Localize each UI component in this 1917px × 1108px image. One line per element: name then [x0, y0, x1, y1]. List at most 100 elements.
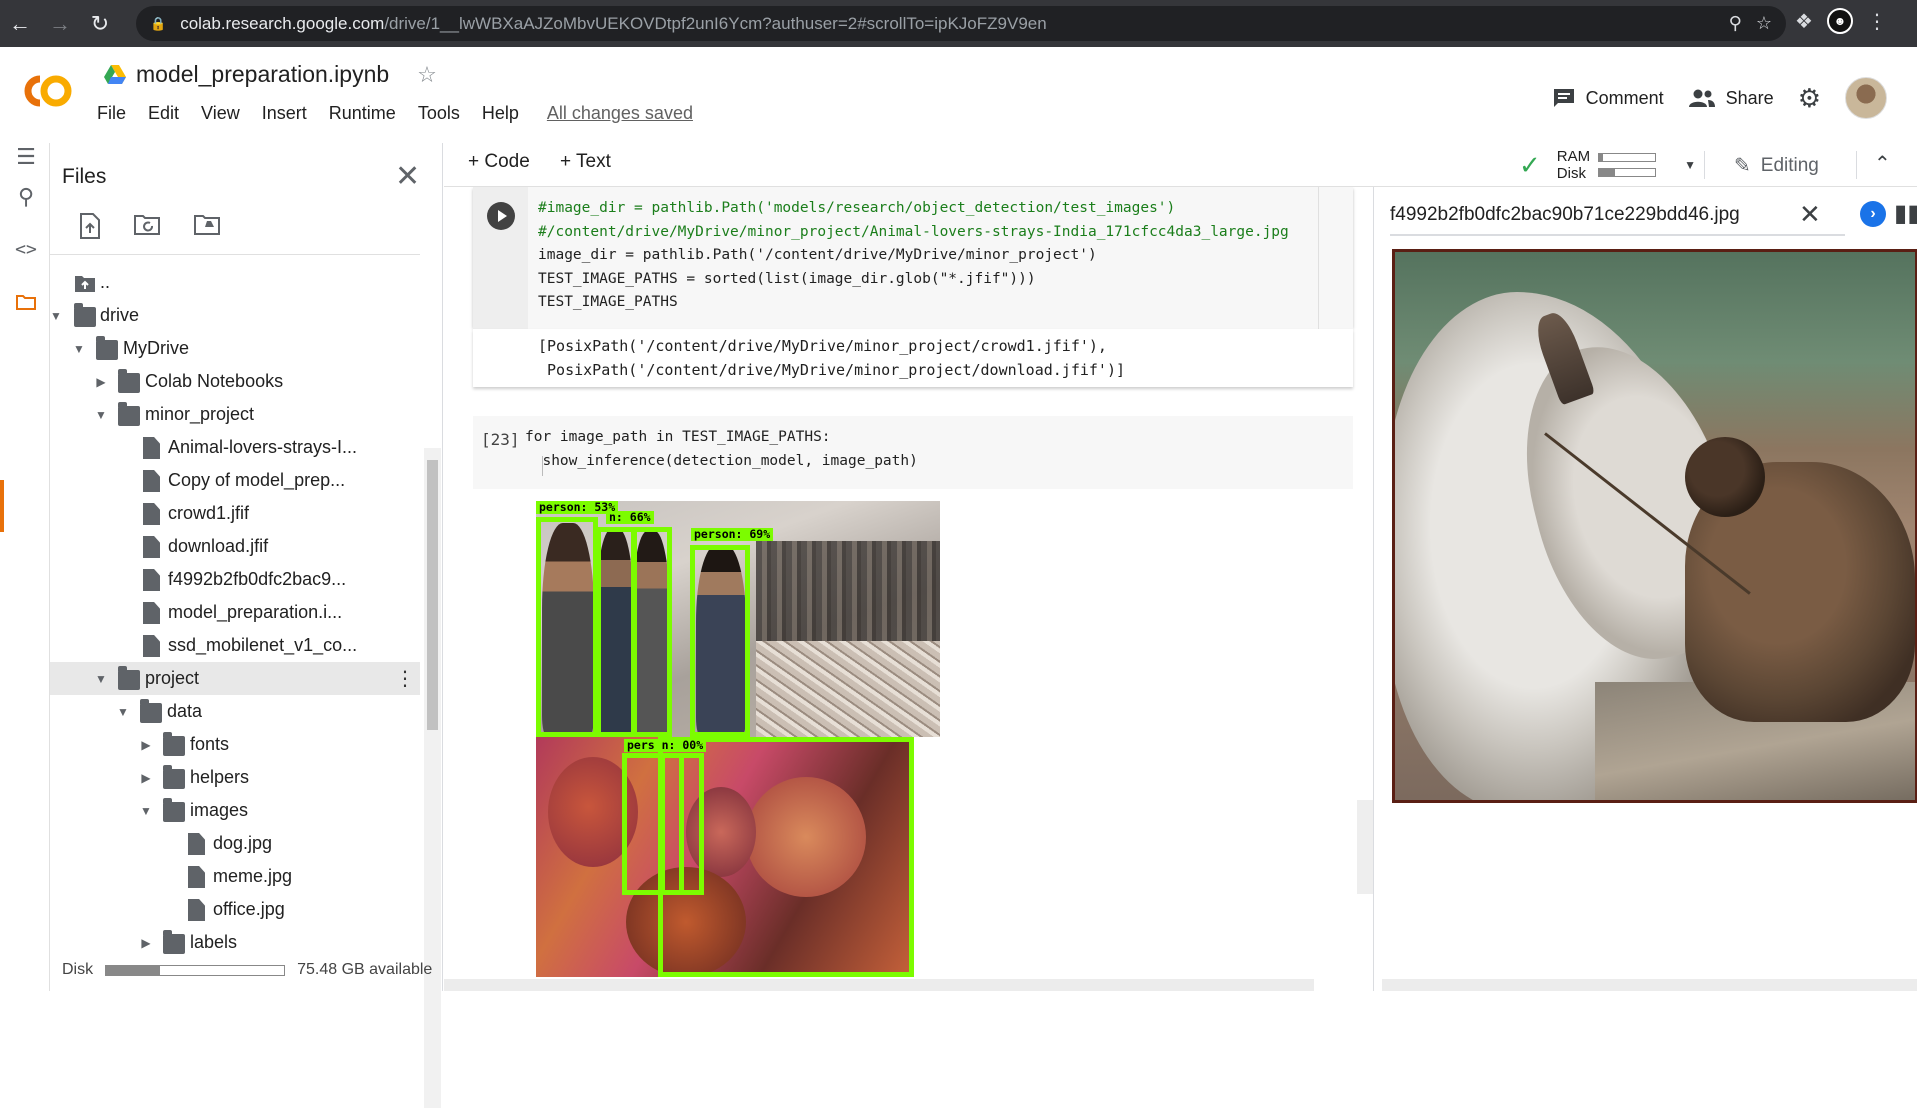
reload-icon[interactable]: ↻	[80, 4, 120, 44]
close-icon[interactable]: ✕	[395, 159, 420, 194]
cell-code[interactable]: for image_path in TEST_IMAGE_PATHS: show…	[525, 426, 918, 473]
menu-view[interactable]: View	[201, 103, 249, 124]
chevron-right-icon[interactable]: ▶	[95, 375, 107, 389]
cell-code[interactable]: #image_dir = pathlib.Path('models/resear…	[538, 197, 1289, 315]
chevron-down-icon[interactable]: ▼	[95, 672, 107, 686]
tree-item-file[interactable]: dog.jpg	[50, 827, 420, 860]
bookmark-star-icon[interactable]: ☆	[1756, 13, 1772, 34]
folder-icon	[163, 765, 185, 789]
tree-item-parent[interactable]: ..	[50, 266, 420, 299]
chevron-right-icon[interactable]: ▶	[140, 936, 152, 950]
chevron-down-icon[interactable]: ▼	[95, 408, 107, 422]
menu-edit[interactable]: Edit	[148, 103, 188, 124]
tree-item-helpers[interactable]: ▶ helpers	[50, 761, 420, 794]
colab-logo-icon[interactable]	[18, 71, 78, 111]
tree-item-fonts[interactable]: ▶ fonts	[50, 728, 420, 761]
star-icon[interactable]: ☆	[417, 62, 437, 88]
chevron-right-icon[interactable]: ▶	[140, 771, 152, 785]
bounding-box	[632, 527, 672, 737]
add-text-button[interactable]: + Text	[560, 151, 611, 173]
extensions-puzzle-icon[interactable]: ❖	[1795, 9, 1813, 34]
chevron-down-icon[interactable]: ▼	[140, 804, 152, 818]
chevron-down-icon[interactable]: ▼	[1684, 158, 1696, 172]
tree-item-images[interactable]: ▼ images	[50, 794, 420, 827]
split-view-icon[interactable]: ▮▮	[1894, 199, 1917, 228]
browser-menu-icon[interactable]: ⋮	[1867, 9, 1887, 34]
close-tab-icon[interactable]: ✕	[1799, 199, 1821, 230]
tree-item-file[interactable]: Animal-lovers-strays-I...	[50, 431, 420, 464]
execution-count: [23]	[481, 430, 520, 449]
resources-indicator[interactable]: ✓ RAM Disk ▼	[1519, 143, 1696, 187]
forward-arrow-icon[interactable]: →	[40, 4, 80, 44]
browser-profile-icon[interactable]: ☻	[1826, 8, 1853, 34]
files-scrollbar[interactable]	[424, 448, 441, 1108]
upload-file-icon[interactable]	[78, 213, 102, 239]
chevron-right-icon[interactable]: ▶	[140, 738, 152, 752]
tree-item-labels[interactable]: ▶ labels	[50, 926, 420, 959]
mount-drive-icon[interactable]	[194, 213, 222, 237]
chevron-down-icon[interactable]: ▼	[117, 705, 129, 719]
image-viewer-panel: f4992b2fb0dfc2bac90b71ce229bdd46.jpg ✕ ›…	[1373, 187, 1917, 991]
collapse-header-icon[interactable]: ⌃	[1874, 151, 1891, 176]
folder-icon	[96, 336, 118, 360]
more-options-icon[interactable]: ⋮	[395, 666, 415, 691]
tree-item-file[interactable]: ssd_mobilenet_v1_co...	[50, 629, 420, 662]
tree-item-mydrive[interactable]: ▼ MyDrive	[50, 332, 420, 365]
tree-item-file[interactable]: f4992b2fb0dfc2bac9...	[50, 563, 420, 596]
account-avatar[interactable]	[1845, 77, 1887, 119]
settings-gear-icon[interactable]: ⚙	[1798, 83, 1821, 114]
people-icon	[1688, 89, 1715, 107]
notebook-title[interactable]: model_preparation.ipynb	[136, 61, 389, 88]
notebook-horizontal-scrollbar[interactable]	[444, 979, 1314, 991]
search-icon[interactable]: ⚲	[12, 183, 40, 211]
run-cell-button[interactable]	[487, 202, 515, 230]
menu-file[interactable]: File	[97, 103, 135, 124]
scrollbar-thumb[interactable]	[427, 460, 438, 730]
address-bar[interactable]: 🔒 colab.research.google.com/drive/1__lwW…	[136, 6, 1786, 41]
chevron-down-icon[interactable]: ▼	[50, 309, 62, 323]
active-rail-indicator	[0, 480, 4, 532]
file-icon	[143, 602, 160, 624]
table-of-contents-icon[interactable]: ☰	[12, 143, 40, 171]
tree-item-file[interactable]: download.jfif	[50, 530, 420, 563]
menu-runtime[interactable]: Runtime	[329, 103, 405, 124]
tree-item-colab-notebooks[interactable]: ▶ Colab Notebooks	[50, 365, 420, 398]
file-tree: .. ▼ drive ▼ MyDrive ▶ Colab Notebooks ▼…	[50, 266, 420, 959]
tree-item-drive[interactable]: ▼ drive	[50, 299, 420, 332]
back-arrow-icon[interactable]: ←	[0, 4, 40, 44]
code-cell[interactable]: #image_dir = pathlib.Path('models/resear…	[473, 187, 1353, 329]
add-code-button[interactable]: + Code	[468, 151, 530, 173]
menu-help[interactable]: Help	[482, 103, 528, 124]
tree-item-file[interactable]: Copy of model_prep...	[50, 464, 420, 497]
menu-tools[interactable]: Tools	[418, 103, 469, 124]
indent-guide	[542, 456, 543, 476]
tree-item-minor-project[interactable]: ▼ minor_project	[50, 398, 420, 431]
code-snippets-icon[interactable]: <>	[12, 235, 40, 263]
tree-item-file[interactable]: crowd1.jfif	[50, 497, 420, 530]
viewer-filename: f4992b2fb0dfc2bac90b71ce229bdd46.jpg	[1390, 204, 1740, 225]
viewer-tab[interactable]: f4992b2fb0dfc2bac90b71ce229bdd46.jpg	[1390, 195, 1740, 235]
next-tab-icon[interactable]: ›	[1860, 201, 1886, 227]
image-preview	[1392, 249, 1917, 803]
tree-item-project[interactable]: ▼ project ⋮	[50, 662, 420, 695]
tree-item-data[interactable]: ▼ data	[50, 695, 420, 728]
editing-mode-button[interactable]: ✎ Editing	[1734, 153, 1819, 178]
menu-insert[interactable]: Insert	[262, 103, 316, 124]
tree-item-file[interactable]: office.jpg	[50, 893, 420, 926]
refresh-folder-icon[interactable]	[134, 213, 162, 237]
share-button[interactable]: Share	[1688, 88, 1774, 109]
chevron-down-icon[interactable]: ▼	[73, 342, 85, 356]
viewer-horizontal-scrollbar[interactable]	[1382, 979, 1917, 991]
folder-icon	[118, 666, 140, 690]
zoom-icon[interactable]: ⚲	[1729, 13, 1742, 34]
save-status-link[interactable]: All changes saved	[547, 103, 702, 124]
ram-label: RAM	[1556, 148, 1591, 165]
folder-icon	[163, 732, 185, 756]
tree-item-file[interactable]: model_preparation.i...	[50, 596, 420, 629]
notebook-scrollbar[interactable]	[1357, 800, 1373, 894]
files-folder-icon[interactable]	[12, 288, 40, 316]
folder-icon	[163, 798, 185, 822]
code-cell[interactable]: [23] for image_path in TEST_IMAGE_PATHS:…	[473, 416, 1353, 489]
tree-item-file[interactable]: meme.jpg	[50, 860, 420, 893]
comment-button[interactable]: Comment	[1552, 87, 1664, 109]
